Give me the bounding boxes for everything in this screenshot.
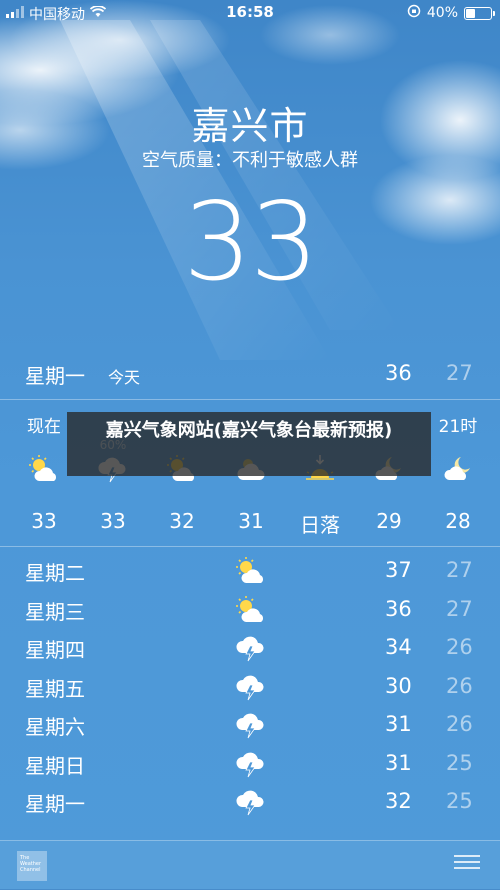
day-high: 36: [385, 596, 412, 621]
partly-sunny-icon: [28, 454, 60, 486]
day-high: 31: [385, 712, 412, 736]
day-name: 星期三: [25, 599, 85, 624]
divider: [0, 546, 500, 547]
title-banner: 嘉兴气象网站(嘉兴气象台最新预报): [67, 412, 431, 476]
hour-temperature: 33: [100, 509, 126, 533]
day-low: 25: [446, 750, 473, 775]
today-label: 今天: [108, 368, 141, 387]
partly-sunny-icon: [235, 556, 267, 586]
daily-row: 星期日 31 25: [0, 745, 500, 783]
partly-sunny-icon: [235, 595, 267, 625]
daily-row: 星期五 30 26: [0, 668, 500, 706]
day-low: 27: [446, 558, 473, 582]
day-name: 星期二: [25, 561, 85, 585]
footer-bar: The Weather Channel: [0, 840, 500, 890]
day-low: 25: [446, 789, 473, 813]
daily-row: 星期一 32 25: [0, 783, 500, 821]
today-day: 星期一: [25, 364, 85, 388]
daily-row: 星期二 37 27: [0, 552, 500, 590]
day-low: 26: [446, 635, 473, 659]
hour-temperature: 29: [376, 509, 402, 533]
hour-temperature: 33: [31, 509, 57, 533]
day-high: 30: [385, 673, 412, 698]
battery-percent: 40%: [426, 5, 458, 21]
day-name: 星期一: [25, 792, 85, 816]
city-list-button[interactable]: [454, 855, 480, 875]
hour-temperature: 32: [169, 509, 195, 533]
today-low: 27: [446, 361, 473, 385]
weather-channel-logo[interactable]: The Weather Channel: [17, 851, 47, 881]
day-low: 26: [446, 712, 473, 736]
hour-temperature: 31: [238, 509, 264, 533]
day-name: 星期六: [25, 715, 85, 739]
orientation-lock-icon: [407, 4, 421, 22]
thunderstorm-icon: [235, 672, 267, 702]
day-low: 26: [446, 673, 473, 698]
current-temperature: 33: [183, 180, 318, 305]
status-right: 40%: [407, 4, 495, 22]
air-quality: 空气质量：不利于敏感人群: [142, 150, 358, 171]
thunderstorm-icon: [235, 749, 267, 779]
status-bar: 中国移动 16:58 40%: [0, 0, 500, 26]
today-summary: 星期一 今天 36 27: [0, 358, 500, 392]
hour-temperature: 28: [445, 509, 471, 533]
day-name: 星期五: [25, 676, 85, 701]
day-high: 32: [385, 789, 412, 813]
divider: [0, 399, 500, 400]
hour-label: 21时: [438, 417, 478, 437]
hour-temperature: 日落: [300, 513, 340, 537]
thunderstorm-icon: [235, 787, 267, 817]
thunderstorm-icon: [235, 633, 267, 663]
thunderstorm-icon: [235, 710, 267, 740]
partly-cloudy-night-icon: [442, 454, 474, 486]
today-high: 36: [385, 361, 412, 385]
day-low: 27: [446, 596, 473, 621]
day-high: 31: [385, 750, 412, 775]
day-high: 34: [385, 635, 412, 659]
daily-row: 星期四 34 26: [0, 629, 500, 667]
city-name: 嘉兴市: [191, 104, 309, 148]
battery-icon: [464, 6, 495, 20]
daily-row: 星期三 36 27: [0, 591, 500, 629]
hourly-item: 21时 28: [423, 404, 493, 544]
daily-row: 星期六 31 26: [0, 706, 500, 744]
day-name: 星期日: [25, 753, 85, 778]
day-high: 37: [385, 558, 412, 582]
day-name: 星期四: [25, 638, 85, 662]
